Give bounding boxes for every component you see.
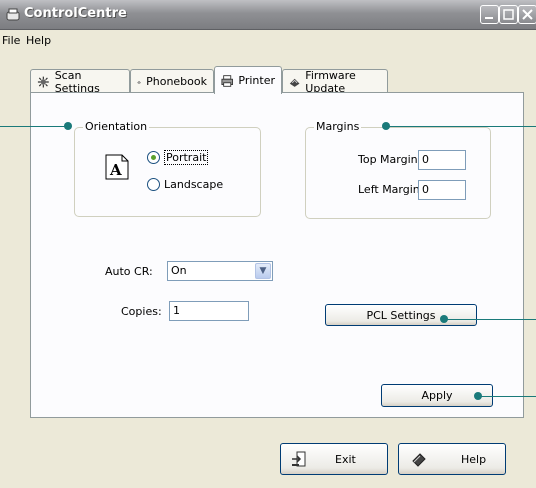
tab-firmware-update-label: Firmware Update — [305, 68, 356, 95]
auto-cr-value: On — [171, 264, 187, 277]
tab-scan-settings[interactable]: Scan Settings — [30, 68, 130, 95]
tab-phonebook-label: Phonebook — [146, 75, 207, 88]
tab-phonebook[interactable]: Phonebook — [130, 69, 214, 93]
orientation-legend: Orientation — [83, 120, 150, 133]
help-button[interactable]: Help — [398, 443, 506, 475]
callout-dot-pcl-settings — [440, 315, 448, 323]
pcl-settings-label: PCL Settings — [366, 308, 436, 322]
exit-button[interactable]: Exit — [280, 443, 388, 475]
firmware-icon — [289, 78, 300, 87]
landscape-label: Landscape — [164, 178, 224, 191]
tab-printer-label: Printer — [238, 74, 275, 87]
printer-tab-panel: Orientation A Portrait Landscape Margins… — [30, 92, 524, 418]
callout-line-apply — [478, 396, 536, 397]
margins-group: Margins Top Margin: 0 Left Margin: 0 — [305, 120, 491, 219]
pcl-settings-button[interactable]: PCL Settings — [325, 304, 477, 326]
maximize-button[interactable] — [499, 5, 518, 24]
app-icon — [6, 8, 20, 21]
printer-icon — [221, 74, 233, 87]
auto-cr-label: Auto CR: — [105, 265, 153, 278]
landscape-radio[interactable]: Landscape — [147, 178, 223, 191]
exit-icon — [292, 451, 306, 467]
exit-label: Exit — [335, 452, 356, 466]
margins-legend: Margins — [314, 120, 362, 133]
page-preview-icon: A — [105, 154, 129, 180]
top-margin-input[interactable]: 0 — [418, 150, 466, 170]
copies-input[interactable]: 1 — [169, 301, 249, 321]
portrait-radio-dot[interactable] — [147, 151, 160, 164]
callout-dot-orientation — [64, 122, 72, 130]
left-margin-label: Left Margin: — [358, 183, 424, 196]
controlcentre-window: ControlCentre File Help Scan Settings Ph… — [0, 0, 536, 488]
copies-label: Copies: — [121, 305, 162, 318]
title-bar[interactable]: ControlCentre — [0, 0, 536, 30]
callout-dot-apply — [474, 392, 482, 400]
apply-label: Apply — [421, 389, 453, 402]
callout-line-pcl-settings — [444, 319, 536, 320]
page-preview-glyph: A — [109, 161, 122, 179]
minimize-button[interactable] — [480, 5, 499, 24]
orientation-group: Orientation A Portrait Landscape — [74, 120, 261, 217]
callout-dot-margins — [382, 122, 390, 130]
top-margin-label: Top Margin: — [358, 153, 422, 166]
help-label: Help — [461, 452, 487, 466]
window-title: ControlCentre — [24, 6, 127, 21]
menu-help[interactable]: Help — [26, 34, 51, 47]
close-button[interactable] — [518, 5, 536, 24]
callout-line-orientation — [0, 126, 68, 127]
tab-firmware-update[interactable]: Firmware Update — [282, 68, 388, 95]
menu-bar: File Help — [0, 30, 536, 50]
portrait-label: Portrait — [164, 150, 209, 165]
scan-icon — [37, 76, 49, 87]
close-icon — [522, 9, 533, 20]
tab-printer[interactable]: Printer — [214, 66, 282, 94]
auto-cr-select[interactable]: On ▼ — [167, 261, 273, 281]
maximize-icon — [503, 9, 514, 20]
portrait-radio[interactable]: Portrait — [147, 150, 209, 165]
callout-line-margins — [386, 126, 536, 127]
landscape-radio-dot[interactable] — [147, 178, 160, 191]
left-margin-input[interactable]: 0 — [418, 180, 466, 200]
help-book-icon — [412, 453, 426, 467]
tab-scan-settings-label: Scan Settings — [54, 68, 100, 95]
minimize-icon — [485, 17, 493, 19]
phonebook-icon — [137, 80, 141, 83]
chevron-down-icon[interactable]: ▼ — [255, 263, 271, 279]
menu-file[interactable]: File — [2, 34, 20, 47]
